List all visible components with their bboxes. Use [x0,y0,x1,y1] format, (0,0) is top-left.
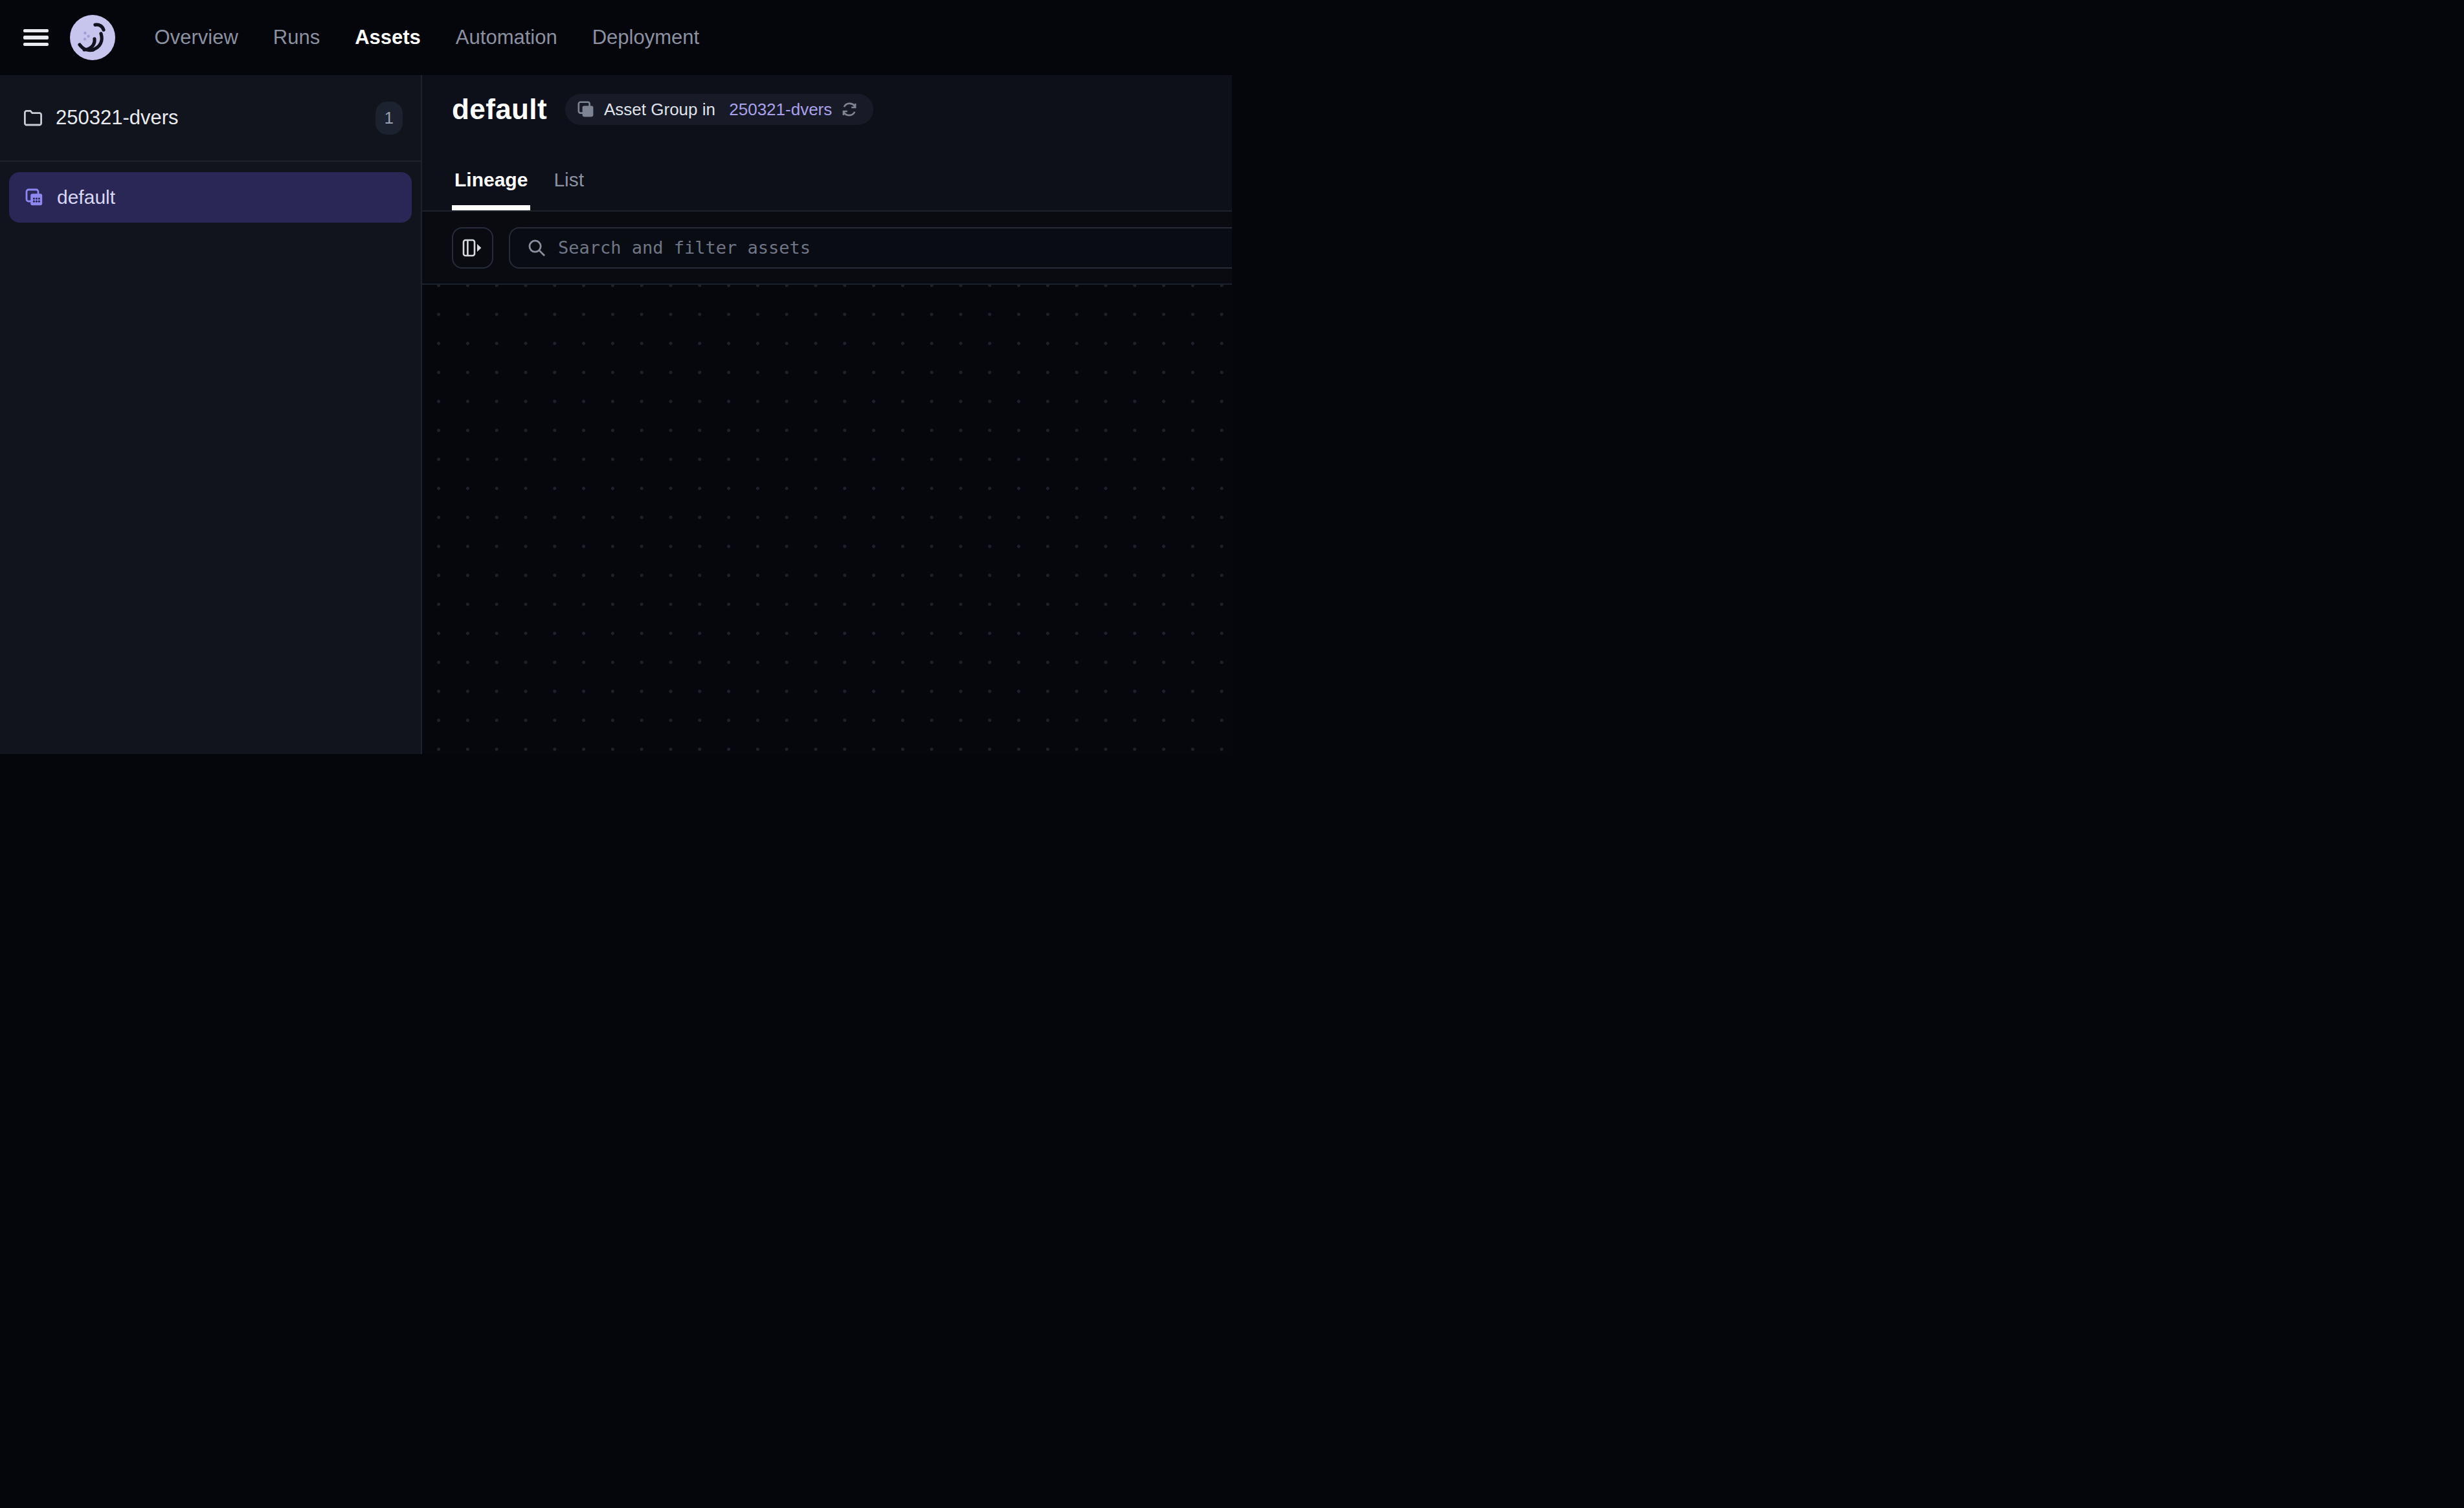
nav-links: Overview Runs Assets Automation Deployme… [147,18,708,57]
dagster-app: Overview Runs Assets Automation Deployme… [0,0,1232,754]
lineage-canvas-column: Materialize selected [422,212,1232,754]
nav-item-overview[interactable]: Overview [147,18,246,57]
refresh-icon[interactable] [841,101,858,118]
page-header: default Asset Group in 250321-dvers [422,75,1232,212]
folder-icon [23,109,43,126]
search-input[interactable] [558,238,1232,258]
asset-group-icon [577,100,595,118]
asset-group-badge[interactable]: Asset Group in 250321-dvers [565,94,873,125]
asset-group-badge-link[interactable]: 250321-dvers [729,100,832,120]
panel-toggle-icon [462,239,483,257]
sidebar-group-label: 250321-dvers [56,106,179,129]
sidebar-group-count-badge: 1 [375,102,403,135]
main-area: default Asset Group in 250321-dvers [422,75,1232,754]
sidebar-item-default[interactable]: default [9,172,412,223]
asset-group-icon [25,188,44,207]
page-title: default [452,93,547,126]
nav-item-deployment[interactable]: Deployment [585,18,707,57]
sidebar-item-label: default [57,186,115,208]
asset-group-badge-text: Asset Group in [604,100,720,120]
top-nav: Overview Runs Assets Automation Deployme… [0,0,1232,75]
menu-icon[interactable] [23,29,49,46]
sidebar: 250321-dvers 1 default 250321-dvers [0,75,422,754]
tab-lineage[interactable]: Lineage [452,169,530,210]
dagster-logo-icon[interactable] [69,14,116,61]
search-icon [527,238,546,258]
collapse-panel-button[interactable] [452,227,493,269]
asset-search-box [509,227,1232,269]
nav-item-assets[interactable]: Assets [347,18,429,57]
graph-toolbar: Materialize selected [422,212,1232,285]
nav-item-runs[interactable]: Runs [265,18,328,57]
tabs: Lineage List [452,169,587,210]
lineage-graph[interactable]: versioned_number No description Material… [422,285,1232,754]
tab-list[interactable]: List [551,169,587,210]
sidebar-group-row[interactable]: 250321-dvers 1 [0,75,421,162]
nav-item-automation[interactable]: Automation [448,18,565,57]
